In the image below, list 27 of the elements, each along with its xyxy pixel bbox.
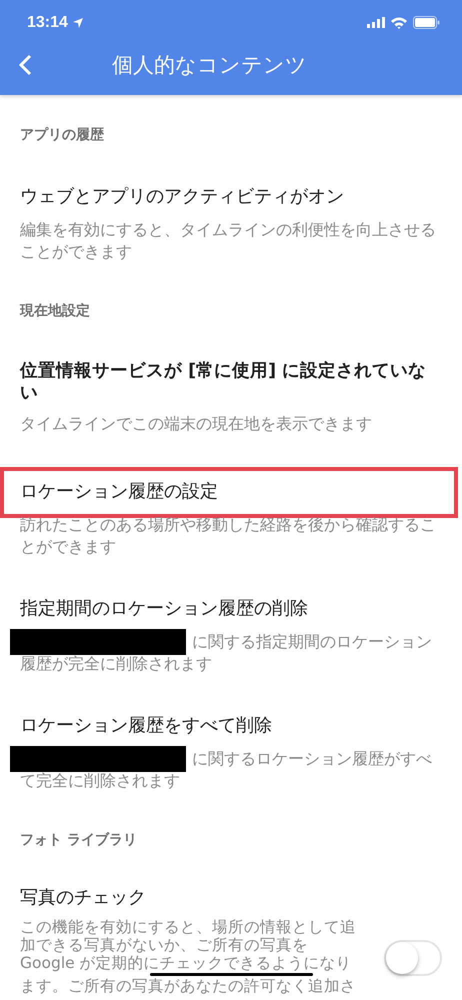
setting-description: に関する指定期間のロケーション bbox=[192, 631, 432, 653]
back-icon[interactable] bbox=[18, 54, 32, 76]
setting-description: ます。ご所有の写真があなたの許可なく追加さ bbox=[20, 977, 357, 995]
section-header: フォト ライブラリ bbox=[19, 831, 138, 850]
setting-description: この機能を有効にすると、場所の情報として追 bbox=[20, 918, 357, 936]
setting-description: タイムラインでこの端末の現在地を表示できます bbox=[19, 413, 373, 435]
setting-title[interactable]: 指定期間のロケーション履歴の削除 bbox=[0, 596, 462, 622]
toggle-switch[interactable] bbox=[384, 940, 442, 976]
setting-description: に関するロケーション履歴がすべ bbox=[192, 748, 432, 770]
section-header: アプリの履歴 bbox=[19, 126, 105, 145]
highlighted-setting-title[interactable]: ロケーション履歴の設定 bbox=[0, 467, 458, 518]
setting-description: 履歴が完全に削除されます bbox=[19, 653, 213, 675]
screen-title: 個人的なコンテンツ bbox=[112, 52, 307, 79]
signal-icon bbox=[367, 17, 385, 28]
status-time: 13:14 bbox=[27, 14, 68, 32]
section-header: 現在地設定 bbox=[18, 302, 91, 321]
setting-title[interactable]: ウェブとアプリのアクティビティがオン bbox=[0, 184, 462, 210]
wifi-icon bbox=[391, 16, 407, 28]
setting-title[interactable]: 位置情報サービスが [常に使用] に設定されていない bbox=[0, 360, 462, 404]
setting-title[interactable]: ロケーション履歴をすべて削除 bbox=[0, 713, 462, 739]
setting-description: て完全に削除されます bbox=[19, 770, 181, 792]
setting-description: Google が定期的にチェックできるようになり bbox=[20, 954, 353, 972]
setting-description: 加できる写真がないか、ご所有の写真を bbox=[20, 936, 309, 954]
setting-title[interactable]: 写真のチェック bbox=[0, 885, 462, 911]
setting-description: 編集を有効にすると、タイムラインの利便性を向上させることができます bbox=[19, 219, 437, 263]
location-arrow-icon bbox=[72, 18, 83, 28]
battery-icon bbox=[413, 16, 440, 29]
